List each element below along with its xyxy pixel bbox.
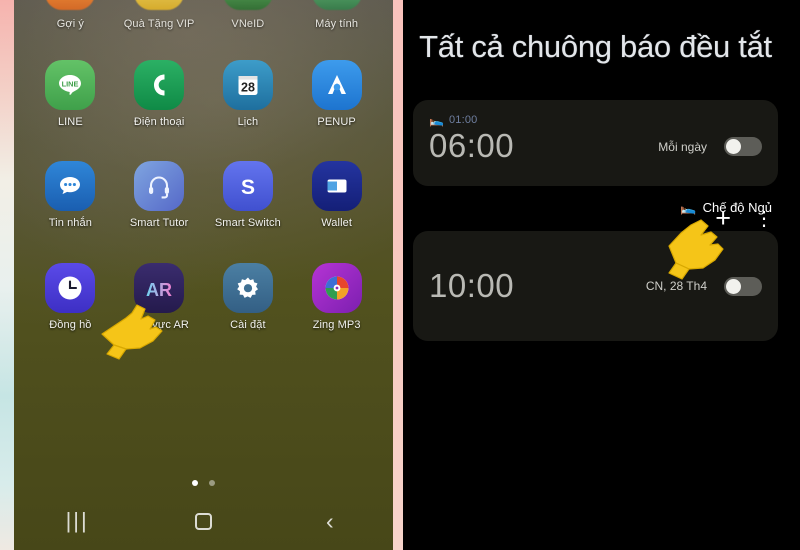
android-navigation-bar: ||| ‹ xyxy=(14,500,393,542)
headset-icon[interactable] xyxy=(134,161,185,211)
toggle-knob xyxy=(726,278,741,294)
app-label-line: LINE xyxy=(57,116,83,128)
line-icon[interactable]: LINE xyxy=(45,60,96,110)
wallet-glyph xyxy=(327,179,347,193)
calendar-icon[interactable]: 28 xyxy=(222,60,273,110)
vneid-icon[interactable] xyxy=(222,0,273,10)
android-home-screen: Gợi ý Quà Tặng VIP VNeID Máy tính LINE L… xyxy=(0,0,393,550)
recents-icon[interactable]: ||| xyxy=(51,504,103,538)
app-wallet[interactable]: Wallet xyxy=(292,161,381,229)
bed-icon: 🛌 xyxy=(680,200,697,216)
calculator-icon[interactable] xyxy=(311,0,362,10)
app-label-clock: Đồng hồ xyxy=(49,319,92,331)
phone-glyph xyxy=(154,74,165,96)
zing-mp3-glyph xyxy=(325,276,349,300)
bed-icon: 🛌 xyxy=(429,113,444,128)
gear-icon[interactable] xyxy=(222,263,273,313)
app-label-calendar: Lịch xyxy=(237,116,259,128)
app-label-smart-tutor: Smart Tutor xyxy=(129,217,189,229)
alarm-card[interactable]: 🛌 01:00 06:00 Mỗi ngày xyxy=(413,100,778,187)
page-title: Tất cả chuông báo đều tắt xyxy=(419,29,772,64)
app-row-4: Đồng hồ AR Khu vực AR Cài đặt Zing MP3 xyxy=(14,263,393,331)
app-line[interactable]: LINE LINE xyxy=(26,60,115,128)
clock-icon[interactable] xyxy=(45,263,96,313)
smart-switch-glyph: S xyxy=(241,176,255,199)
app-phone[interactable]: Điện thoại xyxy=(115,60,204,128)
alarm-main-row: 10:00 CN, 28 Th4 xyxy=(429,267,762,305)
app-label-ar-zone: Khu vực AR xyxy=(129,319,189,331)
app-smart-tutor[interactable]: Smart Tutor xyxy=(115,161,204,229)
app-row-3: Tin nhắn Smart Tutor S Smart Switch Wall… xyxy=(14,161,393,229)
line-glyph: LINE xyxy=(59,75,82,95)
app-label-messages: Tin nhắn xyxy=(48,217,92,229)
alarm-controls: CN, 28 Th4 xyxy=(645,276,762,296)
alarm-repeat-label: Mỗi ngày xyxy=(658,139,707,154)
alarm-main-row: 06:00 Mỗi ngày xyxy=(429,128,762,164)
app-calendar[interactable]: 28 Lịch xyxy=(204,60,293,128)
page-indicator xyxy=(14,480,393,486)
wallet-icon[interactable] xyxy=(311,161,362,211)
app-zing-mp3[interactable]: Zing MP3 xyxy=(292,263,381,331)
app-label-penup: PENUP xyxy=(317,116,356,128)
app-row-2: LINE LINE Điện thoại 28 Lịch PENUP xyxy=(14,60,393,128)
ar-zone-icon[interactable]: AR xyxy=(134,263,185,313)
samsung-clock-alarm-screen: Tất cả chuông báo đều tắt + ⋮ 🛌 01:00 06… xyxy=(393,0,800,550)
screenshot-root: Gợi ý Quà Tặng VIP VNeID Máy tính LINE L… xyxy=(0,0,800,550)
app-ar-zone[interactable]: AR Khu vực AR xyxy=(115,263,204,331)
vip-gift-icon[interactable] xyxy=(134,0,185,10)
app-label-zing-mp3: Zing MP3 xyxy=(312,319,361,331)
alarm-time: 10:00 xyxy=(429,267,515,305)
bedtime-value: 01:00 xyxy=(448,114,478,127)
gear-glyph xyxy=(237,277,258,298)
page-dot-active[interactable] xyxy=(192,480,198,486)
app-label-vip-gift: Quà Tặng VIP xyxy=(123,18,195,30)
app-label-settings: Cài đặt xyxy=(230,319,266,331)
app-label-wallet: Wallet xyxy=(321,217,352,229)
messages-icon[interactable] xyxy=(45,161,96,211)
svg-text:S: S xyxy=(241,176,255,199)
app-label-smart-switch: Smart Switch xyxy=(214,217,281,229)
app-label-suggestions: Gợi ý xyxy=(56,18,85,30)
phone-icon[interactable] xyxy=(134,60,185,110)
messages-glyph xyxy=(60,177,81,195)
penup-glyph xyxy=(327,75,346,94)
alarm-controls: Mỗi ngày xyxy=(658,137,762,157)
bedtime-row: 🛌 01:00 xyxy=(429,114,762,126)
alarm-time: 06:00 xyxy=(429,127,515,165)
calendar-glyph: 28 xyxy=(238,76,258,95)
penup-icon[interactable] xyxy=(311,60,362,110)
add-alarm-icon[interactable]: + xyxy=(715,205,731,232)
page-dot-2[interactable] xyxy=(209,480,215,486)
alarm-toggle[interactable] xyxy=(724,276,762,296)
home-square-shape xyxy=(194,512,212,530)
alarm-card[interactable]: 10:00 CN, 28 Th4 xyxy=(413,231,778,342)
app-penup[interactable]: PENUP xyxy=(292,60,381,128)
app-messages[interactable]: Tin nhắn xyxy=(26,161,115,229)
more-options-icon[interactable]: ⋮ xyxy=(754,209,774,229)
toggle-knob xyxy=(726,139,741,155)
app-clock[interactable]: Đồng hồ xyxy=(26,263,115,331)
zing-mp3-icon[interactable] xyxy=(311,263,362,313)
app-smart-switch[interactable]: S Smart Switch xyxy=(204,161,293,229)
app-label-calculator: Máy tính xyxy=(315,18,359,30)
svg-text:LINE: LINE xyxy=(62,79,79,88)
alarm-repeat-label: CN, 28 Th4 xyxy=(645,279,707,294)
app-label-vneid: VNeID xyxy=(231,18,265,30)
back-icon[interactable]: ‹ xyxy=(304,504,356,538)
app-row-partial xyxy=(14,0,393,10)
app-row-partial-labels: Gợi ý Quà Tặng VIP VNeID Máy tính xyxy=(14,10,393,30)
smart-switch-icon[interactable]: S xyxy=(222,161,273,211)
ar-text: AR xyxy=(146,280,172,300)
app-label-phone: Điện thoại xyxy=(133,116,185,128)
calendar-date-badge: 28 xyxy=(241,81,255,95)
headset-glyph xyxy=(149,176,170,199)
alarm-toolbar: + ⋮ xyxy=(715,205,774,232)
suggestions-icon[interactable] xyxy=(45,0,96,10)
alarm-toggle[interactable] xyxy=(724,137,762,157)
home-icon[interactable] xyxy=(177,504,229,538)
app-settings[interactable]: Cài đặt xyxy=(204,263,293,331)
clock-glyph xyxy=(58,276,82,300)
ar-zone-glyph: AR xyxy=(146,280,172,300)
